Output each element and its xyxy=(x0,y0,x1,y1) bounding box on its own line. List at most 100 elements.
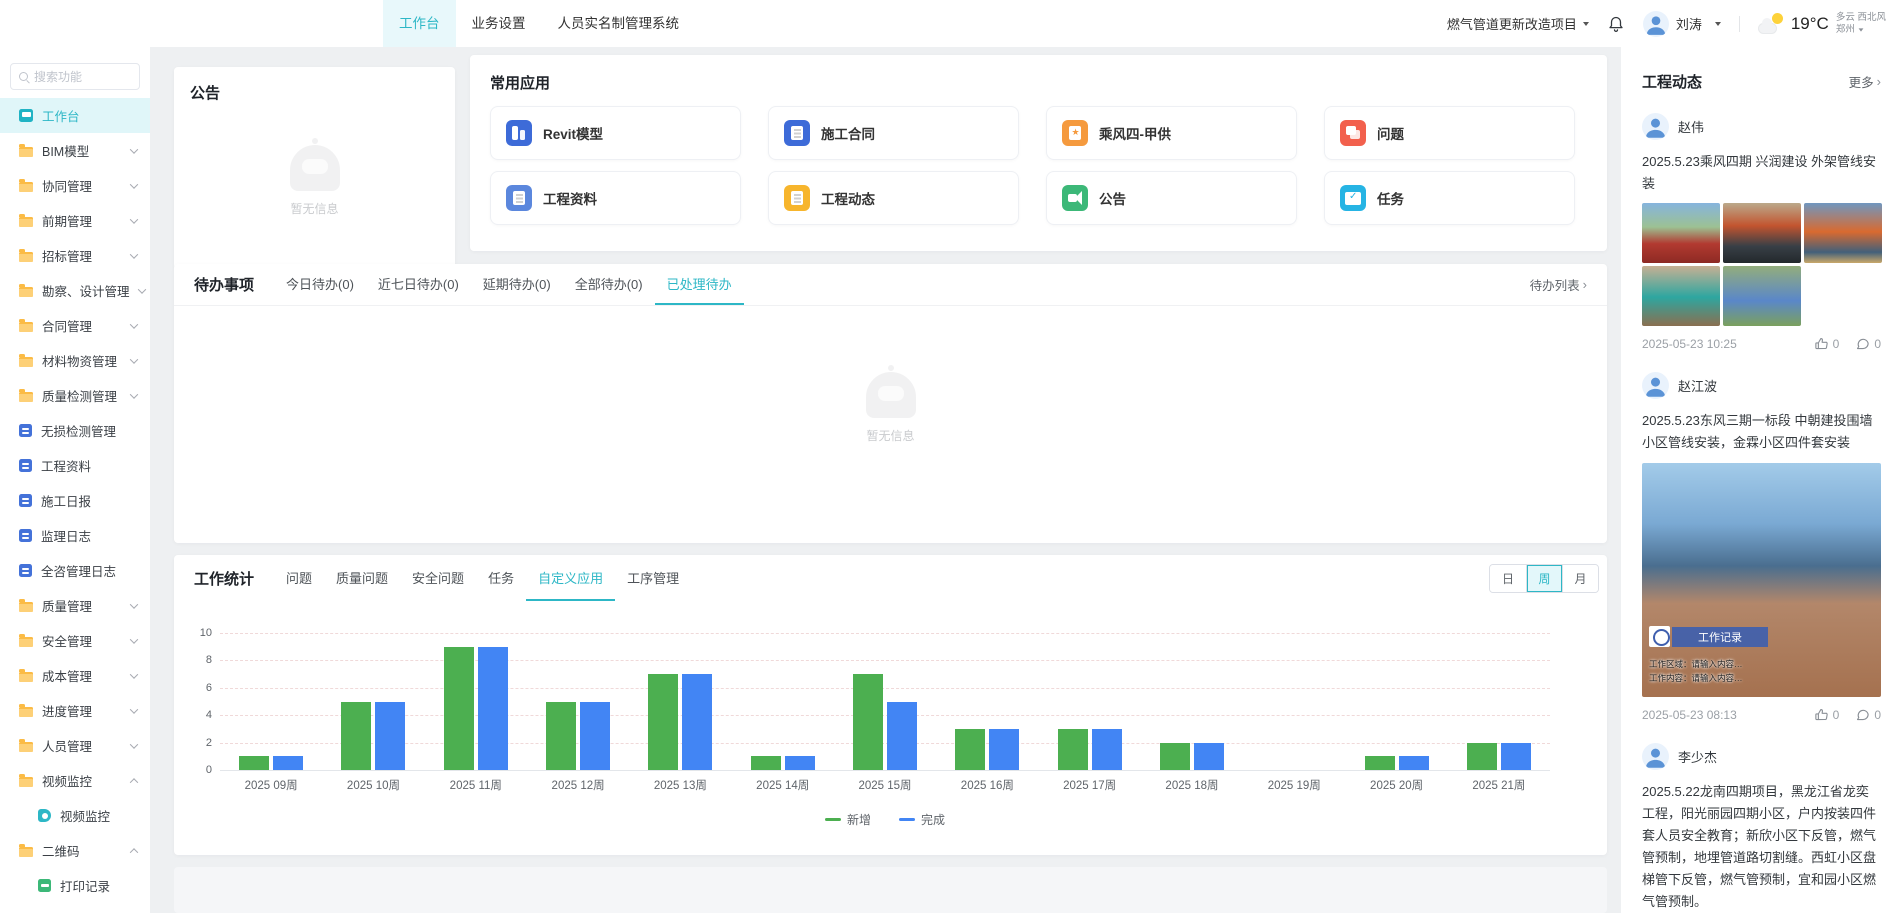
sidebar-item-BIM模型[interactable]: BIM模型 xyxy=(0,133,150,168)
sidebar-item-label: BIM模型 xyxy=(42,141,89,160)
sidebar-item-二维码[interactable]: 二维码 xyxy=(0,833,150,868)
stats-tab-工序管理[interactable]: 工序管理 xyxy=(615,555,691,601)
chevron-down-icon xyxy=(130,635,138,643)
sidebar-item-工程资料[interactable]: 工程资料 xyxy=(0,448,150,483)
gridline xyxy=(220,770,1550,771)
todo-tab-延期待办(0)[interactable]: 延期待办(0) xyxy=(471,264,563,305)
tab-业务设置[interactable]: 业务设置 xyxy=(456,0,542,47)
post-photo[interactable] xyxy=(1804,203,1882,263)
app-icon xyxy=(19,564,32,577)
app-card-工程动态[interactable]: 工程动态 xyxy=(768,171,1019,225)
chevron-right-icon: › xyxy=(1583,277,1587,292)
stats-tab-问题[interactable]: 问题 xyxy=(274,555,324,601)
folder-icon xyxy=(19,287,33,297)
work-record-badge: 工作记录 xyxy=(1672,627,1768,647)
activity-more-link[interactable]: 更多› xyxy=(1849,72,1881,91)
folder-icon xyxy=(19,357,33,367)
app-card-任务[interactable]: 任务 xyxy=(1324,171,1575,225)
stats-tab-任务[interactable]: 任务 xyxy=(476,555,526,601)
stats-tab-安全问题[interactable]: 安全问题 xyxy=(400,555,476,601)
weather-city-selector[interactable]: 郑州 xyxy=(1836,24,1886,36)
todo-list-link[interactable]: 待办列表› xyxy=(1530,275,1587,294)
notification-bell-icon[interactable] xyxy=(1607,14,1625,33)
todo-tab-全部待办(0)[interactable]: 全部待办(0) xyxy=(563,264,655,305)
sidebar-item-成本管理[interactable]: 成本管理 xyxy=(0,658,150,693)
sidebar-search[interactable] xyxy=(10,63,140,90)
sidebar-item-label: 施工日报 xyxy=(41,491,91,510)
weather-wind: 西北风 xyxy=(1857,12,1886,23)
legend-item-新增[interactable]: 新增 xyxy=(825,811,871,828)
period-月[interactable]: 月 xyxy=(1562,565,1598,592)
period-周[interactable]: 周 xyxy=(1526,565,1562,592)
sidebar-item-材料物资管理[interactable]: 材料物资管理 xyxy=(0,343,150,378)
post-author-name: 赵伟 xyxy=(1678,117,1704,136)
x-tick-label: 2025 19周 xyxy=(1243,777,1345,793)
tab-工作台[interactable]: 工作台 xyxy=(383,0,456,47)
stats-tab-自定义应用[interactable]: 自定义应用 xyxy=(526,555,615,601)
stats-tab-质量问题[interactable]: 质量问题 xyxy=(324,555,400,601)
user-menu[interactable]: 刘涛 xyxy=(1643,11,1721,37)
sidebar-item-工作台[interactable]: 工作台 xyxy=(0,98,150,133)
comment-button[interactable]: 0 xyxy=(1855,336,1881,351)
todo-tab-近七日待办(0)[interactable]: 近七日待办(0) xyxy=(366,264,471,305)
chevron-down-icon xyxy=(130,600,138,608)
bar-完成 xyxy=(989,729,1019,770)
period-日[interactable]: 日 xyxy=(1490,565,1526,592)
app-card-施工合同[interactable]: 施工合同 xyxy=(768,106,1019,160)
project-selector[interactable]: 燃气管道更新改造项目 xyxy=(1447,14,1589,33)
post-text: 2025.5.23东风三期一标段 中朝建投围墙小区管线安装，金霖小区四件套安装 xyxy=(1642,410,1881,454)
user-name: 刘涛 xyxy=(1676,14,1702,33)
todo-tab-今日待办(0)[interactable]: 今日待办(0) xyxy=(274,264,366,305)
like-button[interactable]: 0 xyxy=(1814,707,1840,722)
sidebar-item-质量检测管理[interactable]: 质量检测管理 xyxy=(0,378,150,413)
sidebar-item-label: 合同管理 xyxy=(42,316,92,335)
x-tick-label: 2025 21周 xyxy=(1448,777,1550,793)
x-tick-label: 2025 16周 xyxy=(936,777,1038,793)
app-card-Revit模型[interactable]: Revit模型 xyxy=(490,106,741,160)
post-photo-large[interactable]: 工作记录工作区域：请输入内容…工作内容：请输入内容… xyxy=(1642,463,1881,697)
sidebar-item-人员管理[interactable]: 人员管理 xyxy=(0,728,150,763)
post-photo[interactable] xyxy=(1723,266,1801,326)
comment-button[interactable]: 0 xyxy=(1855,707,1881,722)
chevron-down-icon xyxy=(130,180,138,188)
post-photo[interactable] xyxy=(1642,266,1720,326)
sidebar-item-无损检测管理[interactable]: 无损检测管理 xyxy=(0,413,150,448)
empty-ghost-icon xyxy=(866,372,916,418)
gi-issue-icon xyxy=(1340,120,1366,146)
tab-人员实名制管理系统[interactable]: 人员实名制管理系统 xyxy=(542,0,696,47)
sidebar-item-安全管理[interactable]: 安全管理 xyxy=(0,623,150,658)
post-photo[interactable] xyxy=(1642,203,1720,263)
todo-tab-已处理待办[interactable]: 已处理待办 xyxy=(655,264,744,305)
sidebar-item-全咨管理日志[interactable]: 全咨管理日志 xyxy=(0,553,150,588)
sidebar-item-招标管理[interactable]: 招标管理 xyxy=(0,238,150,273)
sidebar-item-label: 勘察、设计管理 xyxy=(42,281,130,300)
y-tick-label: 4 xyxy=(206,709,212,721)
sidebar-item-进度管理[interactable]: 进度管理 xyxy=(0,693,150,728)
sidebar-item-打印记录[interactable]: 打印记录 xyxy=(0,868,150,903)
chevron-up-icon xyxy=(130,778,138,786)
like-button[interactable]: 0 xyxy=(1814,336,1840,351)
sidebar-item-勘察、设计管理[interactable]: 勘察、设计管理 xyxy=(0,273,150,308)
bar-完成 xyxy=(478,647,508,770)
sidebar-item-前期管理[interactable]: 前期管理 xyxy=(0,203,150,238)
sidebar-item-监理日志[interactable]: 监理日志 xyxy=(0,518,150,553)
sidebar-item-质量管理[interactable]: 质量管理 xyxy=(0,588,150,623)
folder-icon xyxy=(19,392,33,402)
app-card-公告[interactable]: 公告 xyxy=(1046,171,1297,225)
sidebar-item-视频监控[interactable]: 视频监控 xyxy=(0,763,150,798)
post-text: 2025.5.22龙南四期项目，黑龙江省龙奕工程，阳光丽园四期小区，户内按装四件… xyxy=(1642,781,1881,913)
user-avatar xyxy=(1643,11,1669,37)
sidebar-item-协同管理[interactable]: 协同管理 xyxy=(0,168,150,203)
post-photo[interactable] xyxy=(1723,203,1801,263)
sidebar-item-视频监控[interactable]: 视频监控 xyxy=(0,798,150,833)
empty-text: 暂无信息 xyxy=(190,200,439,217)
bar-新增 xyxy=(1160,743,1190,770)
sidebar-item-施工日报[interactable]: 施工日报 xyxy=(0,483,150,518)
app-card-乘风四-甲供[interactable]: 乘风四-甲供 xyxy=(1046,106,1297,160)
app-card-工程资料[interactable]: 工程资料 xyxy=(490,171,741,225)
post-author-row: 李少杰 xyxy=(1642,743,1881,770)
app-card-问题[interactable]: 问题 xyxy=(1324,106,1575,160)
search-input[interactable] xyxy=(34,70,131,84)
sidebar-item-合同管理[interactable]: 合同管理 xyxy=(0,308,150,343)
legend-item-完成[interactable]: 完成 xyxy=(899,811,945,828)
